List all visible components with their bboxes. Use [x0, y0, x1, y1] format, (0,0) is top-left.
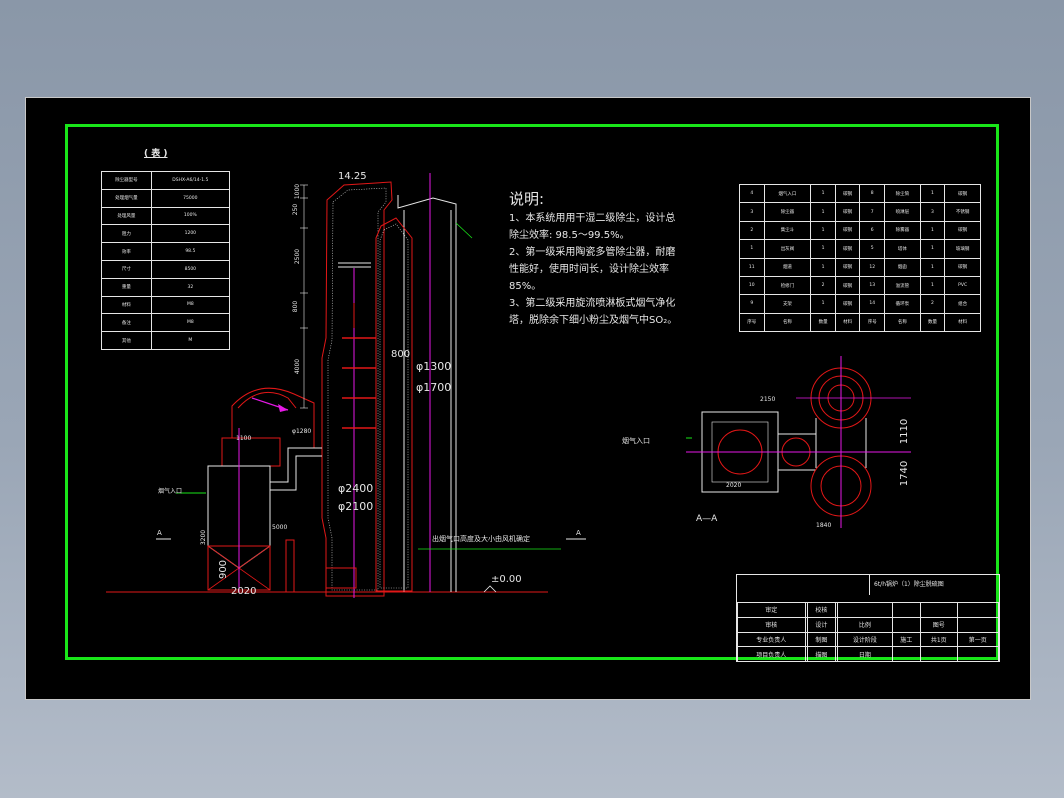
plan-inlet-label: 烟气入口 [622, 437, 650, 445]
plan-dim-2020: 2020 [726, 482, 742, 489]
elevation-note: 出烟气口高度及大小由风机确定 [432, 535, 530, 543]
top-elevation-label: 14.25 [338, 171, 367, 182]
plan-section-title: A—A [696, 514, 718, 524]
plan-view [686, 356, 911, 528]
dim-800-label: 800 [391, 349, 411, 360]
ground-elev-marker [483, 585, 497, 593]
dim-3200-label: 3200 [200, 529, 208, 546]
section-mark-right: A [576, 529, 581, 537]
drawing-sheet: ( 表 ) 除尘器型号 DSHX-A6/14-1.5 处理烟气量 75000 处理风量 1… [25, 97, 1031, 700]
vertical-dimension-line [300, 184, 308, 409]
dia-1700-label: φ1700 [416, 381, 452, 394]
vertical-dim-label: 2500 [294, 248, 302, 265]
plan-dim-1740: 1740 [899, 460, 911, 487]
dim-5000-label: 5000 [272, 524, 288, 531]
inlet-label-elevation: 烟气入口 [158, 488, 183, 495]
plan-dim-1840: 1840 [816, 522, 832, 529]
vertical-dim-label: 250 [292, 203, 300, 216]
engineering-drawing [106, 173, 911, 598]
dim-900-label: 900 [218, 559, 230, 580]
section-mark-left: A [157, 529, 162, 537]
vertical-dim-label: 4000 [294, 358, 302, 375]
ground-elevation-label: ±0.00 [491, 574, 522, 585]
vertical-dim-label: 1000 [294, 183, 302, 200]
dia-2100-label: φ2100 [338, 500, 374, 513]
vertical-dim-label: 800 [292, 300, 300, 313]
dim-1280-label: φ1280 [292, 428, 312, 435]
dim-2020-label: 2020 [231, 586, 257, 597]
dim-1100-label: 1100 [236, 435, 252, 442]
plan-dim-2150: 2150 [760, 396, 776, 403]
dia-2400-label: φ2400 [338, 482, 374, 495]
scrubber-tower [321, 181, 413, 598]
plan-dim-1110: 1110 [899, 418, 911, 445]
dia-1300-label: φ1300 [416, 360, 452, 373]
